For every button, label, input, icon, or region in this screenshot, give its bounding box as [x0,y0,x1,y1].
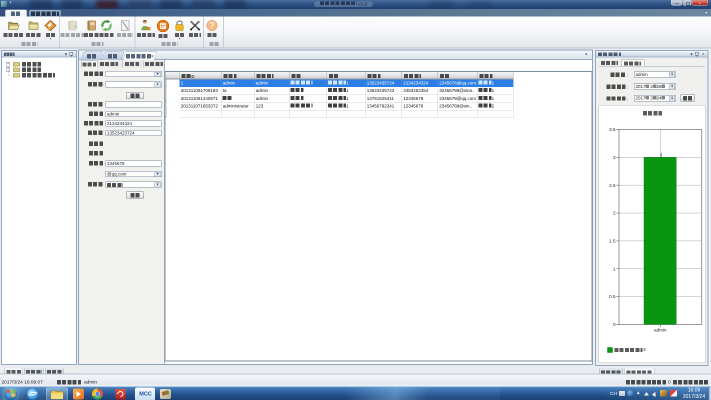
svg-text:0: 0 [613,322,616,327]
svg-text:3: 3 [613,155,616,160]
svg-text:?: ? [210,21,215,30]
svg-text:0.5: 0.5 [609,294,616,299]
svg-text:3: 3 [660,153,663,159]
svg-text:1: 1 [613,266,616,271]
svg-text:3.5: 3.5 [609,127,616,132]
svg-text:admin: admin [654,328,667,333]
svg-text:2: 2 [613,211,616,216]
svg-text:1.5: 1.5 [609,239,616,244]
svg-text:2.5: 2.5 [609,183,616,188]
